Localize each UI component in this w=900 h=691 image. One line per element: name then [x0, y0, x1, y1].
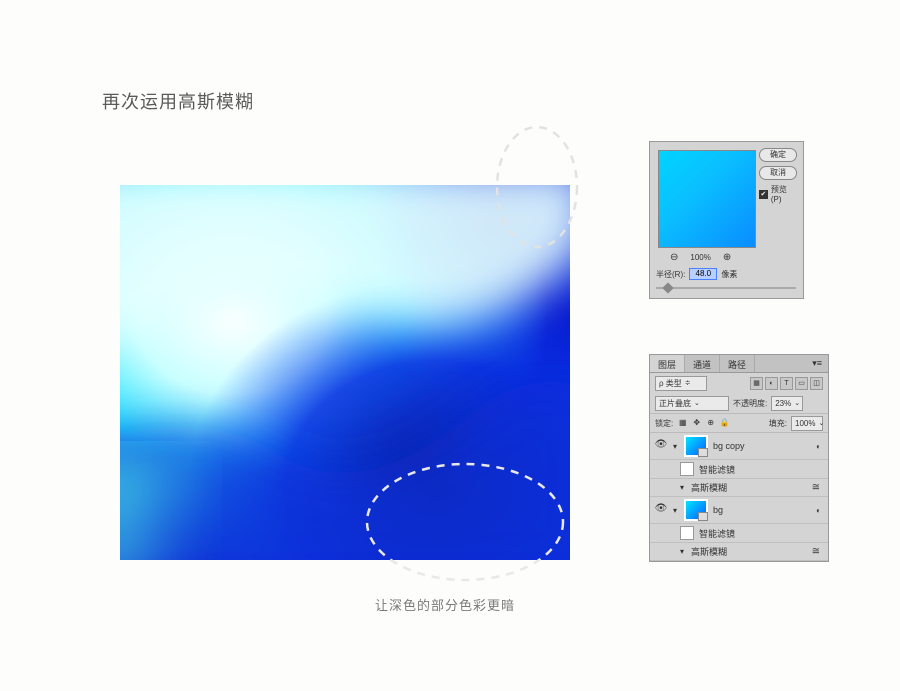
lock-label: 锁定: [655, 418, 673, 429]
preview-label: 预览(P) [771, 184, 797, 204]
visibility-eye-icon[interactable]: 👁 [654, 439, 668, 453]
tab-paths[interactable]: 路径 [720, 355, 755, 372]
radius-unit: 像素 [721, 269, 737, 280]
chevron-down-icon[interactable]: ▾ [673, 506, 677, 515]
layer-item[interactable]: 👁 ▾ bg ◐ [650, 497, 828, 524]
filter-badge-icon[interactable]: ◐ [816, 506, 824, 515]
filter-name: 高斯模糊 [691, 545, 727, 558]
cancel-button[interactable]: 取消 [759, 166, 797, 180]
filter-badge-icon[interactable]: ◐ [816, 442, 824, 451]
caption-text: 让深色的部分色彩更暗 [375, 595, 515, 614]
panel-tabs: 图层 通道 路径 ▾≡ [650, 355, 828, 373]
chevron-down-icon[interactable]: ▾ [680, 547, 684, 556]
zoom-out-icon[interactable]: ⊖ [670, 252, 678, 263]
gaussian-blur-dialog: 确定 取消 ✔ 预览(P) ⊖ 100% ⊕ 半径(R): 48.0 像素 [649, 141, 804, 299]
slider-thumb[interactable] [662, 282, 673, 293]
panel-menu-icon[interactable]: ▾≡ [806, 355, 828, 372]
annotation-ellipse-bottom [360, 452, 570, 592]
chevron-down-icon[interactable]: ▾ [680, 483, 684, 492]
preview-checkbox-row[interactable]: ✔ 预览(P) [759, 184, 797, 204]
radius-slider[interactable] [656, 284, 796, 292]
smart-filters-row[interactable]: 智能滤镜 [650, 460, 828, 479]
visibility-eye-icon[interactable]: 👁 [654, 503, 668, 517]
chevron-down-icon[interactable]: ▾ [673, 442, 677, 451]
filter-mask-thumbnail [680, 526, 694, 540]
tab-channels[interactable]: 通道 [685, 355, 720, 372]
filter-mask-thumbnail [680, 462, 694, 476]
filter-options-icon[interactable]: ≅ [812, 546, 824, 557]
smart-filters-label: 智能滤镜 [699, 463, 735, 476]
lock-artboard-icon[interactable]: ⊕ [705, 418, 716, 429]
opacity-label: 不透明度: [733, 398, 767, 409]
fill-label: 填充: [769, 418, 787, 429]
lock-all-icon[interactable]: 🔒 [719, 418, 730, 429]
lock-position-icon[interactable]: ✥ [691, 418, 702, 429]
ok-button[interactable]: 确定 [759, 148, 797, 162]
smart-filters-label: 智能滤镜 [699, 527, 735, 540]
radius-label: 半径(R): [656, 269, 685, 280]
filter-options-icon[interactable]: ≅ [812, 482, 824, 493]
slider-track [656, 287, 796, 289]
filter-pixel-icon[interactable]: ▦ [750, 377, 763, 390]
layers-panel: 图层 通道 路径 ▾≡ ρ 类型≑ ▦ ◐ T ▭ ◫ 正片叠底⌄ 不透明度: … [649, 354, 829, 562]
filter-shape-icon[interactable]: ▭ [795, 377, 808, 390]
filter-name: 高斯模糊 [691, 481, 727, 494]
radius-input[interactable]: 48.0 [689, 268, 717, 280]
fill-select[interactable]: 100%⌄ [791, 416, 823, 431]
zoom-in-icon[interactable]: ⊕ [723, 252, 731, 263]
layer-item[interactable]: 👁 ▾ bg copy ◐ [650, 433, 828, 460]
annotation-ellipse-top [490, 120, 585, 255]
opacity-select[interactable]: 23%⌄ [771, 396, 803, 411]
lock-pixels-icon[interactable]: ▦ [677, 418, 688, 429]
blur-preview [658, 150, 756, 248]
filter-row[interactable]: ▾ 高斯模糊 ≅ [650, 543, 828, 561]
filter-smart-icon[interactable]: ◫ [810, 377, 823, 390]
layer-thumbnail [684, 499, 708, 521]
layer-name: bg [713, 505, 723, 515]
filter-kind-select[interactable]: ρ 类型≑ [655, 376, 707, 391]
zoom-level: 100% [690, 253, 710, 262]
page-title: 再次运用高斯模糊 [102, 88, 254, 114]
filter-row[interactable]: ▾ 高斯模糊 ≅ [650, 479, 828, 497]
tab-layers[interactable]: 图层 [650, 355, 685, 372]
checkbox-icon: ✔ [759, 190, 768, 199]
layer-name: bg copy [713, 441, 745, 451]
blend-mode-select[interactable]: 正片叠底⌄ [655, 396, 729, 411]
filter-adjust-icon[interactable]: ◐ [765, 377, 778, 390]
layer-list: 👁 ▾ bg copy ◐ 智能滤镜 ▾ 高斯模糊 ≅ 👁 ▾ bg ◐ 智能滤… [650, 433, 828, 561]
filter-type-icon[interactable]: T [780, 377, 793, 390]
layer-thumbnail [684, 435, 708, 457]
smart-filters-row[interactable]: 智能滤镜 [650, 524, 828, 543]
